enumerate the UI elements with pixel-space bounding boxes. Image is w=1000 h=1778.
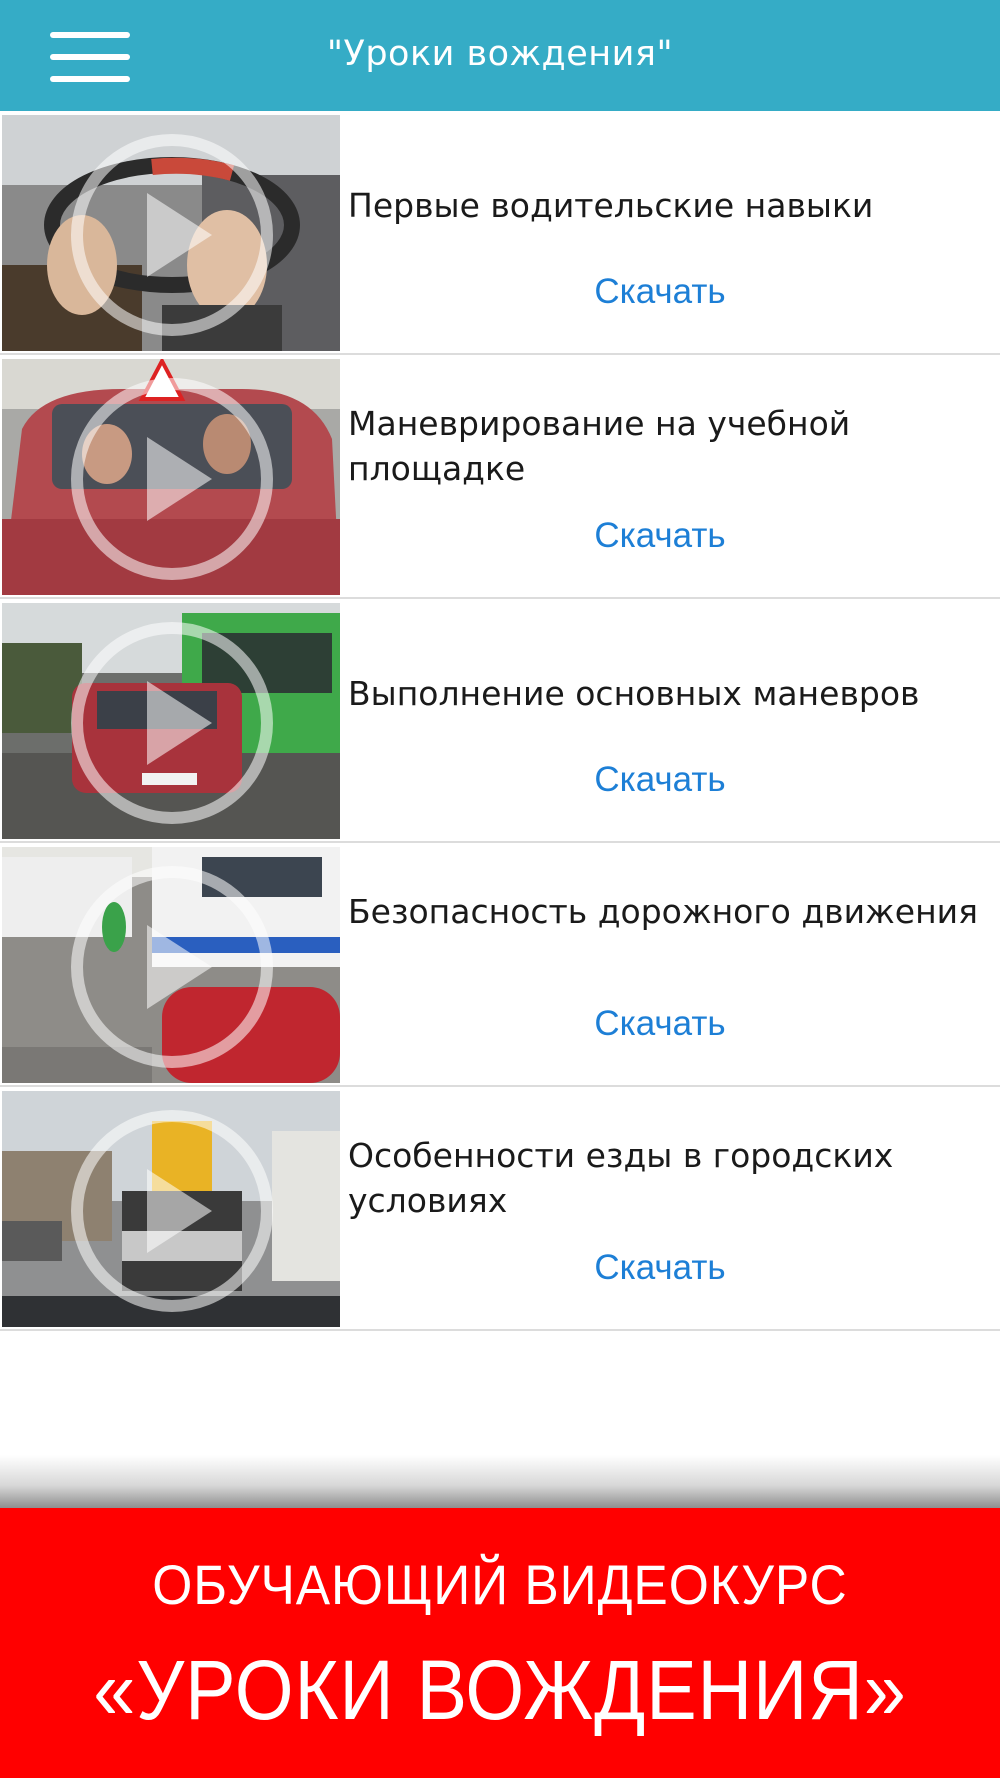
lesson-list: Первые водительские навыки Скачать Манев… (0, 111, 1000, 1331)
download-link[interactable]: Скачать (560, 1248, 760, 1288)
video-thumbnail[interactable] (2, 359, 340, 595)
download-link[interactable]: Скачать (560, 516, 760, 556)
app-title: "Уроки вождения" (326, 34, 674, 74)
banner-shadow (0, 1455, 1000, 1510)
lesson-row: Выполнение основных маневров Скачать (0, 599, 1000, 843)
app-header: "Уроки вождения" (0, 0, 1000, 111)
download-link[interactable]: Скачать (560, 760, 760, 800)
download-link[interactable]: Скачать (560, 272, 760, 312)
banner-subtitle: ОБУЧАЮЩИЙ ВИДЕОКУРС (152, 1553, 848, 1616)
lesson-row: Маневрирование на учебной площадке Скача… (0, 355, 1000, 599)
video-thumbnail[interactable] (2, 847, 340, 1083)
lesson-title: Маневрирование на учебной площадке (348, 404, 851, 488)
lesson-title: Безопасность дорожного движения (348, 892, 978, 931)
video-thumbnail[interactable] (2, 115, 340, 351)
video-thumbnail[interactable] (2, 1091, 340, 1327)
lesson-row: Безопасность дорожного движения Скачать (0, 843, 1000, 1087)
promo-banner[interactable]: ОБУЧАЮЩИЙ ВИДЕОКУРС «УРОКИ ВОЖДЕНИЯ» (0, 1508, 1000, 1778)
lesson-title: Особенности езды в городских условиях (348, 1136, 894, 1220)
lesson-row: Первые водительские навыки Скачать (0, 111, 1000, 355)
lesson-row: Особенности езды в городских условиях Ск… (0, 1087, 1000, 1331)
banner-title: «УРОКИ ВОЖДЕНИЯ» (93, 1643, 907, 1737)
app-screen: "Уроки вождения" Первые водительские нав… (0, 0, 1000, 1778)
download-link[interactable]: Скачать (560, 1004, 760, 1044)
video-thumbnail[interactable] (2, 603, 340, 839)
lesson-title: Выполнение основных маневров (348, 674, 920, 713)
lesson-title: Первые водительские навыки (348, 186, 874, 225)
